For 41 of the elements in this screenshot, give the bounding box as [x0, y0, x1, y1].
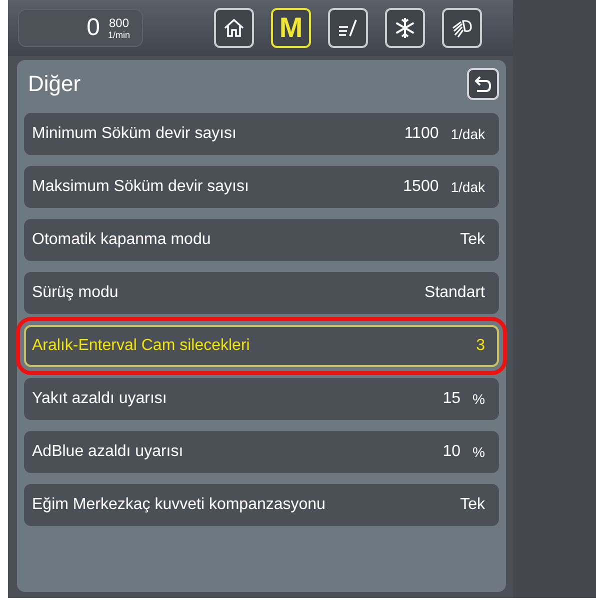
setting-value: Tek	[460, 496, 485, 514]
setting-label: AdBlue azaldı uyarısı	[32, 443, 184, 461]
setting-row[interactable]: Maksimum Söküm devir sayısı 1500 1/dak	[24, 166, 499, 208]
panel-title: Diğer	[28, 71, 81, 97]
setting-row[interactable]: Minimum Söküm devir sayısı 1100 1/dak	[24, 113, 499, 155]
setting-unit: 1/dak	[450, 126, 485, 142]
setting-unit: 1/dak	[450, 179, 485, 195]
home-icon	[223, 17, 245, 39]
rpm-unit: 1/min	[108, 30, 130, 40]
setting-row[interactable]: Eğim Merkezkaç kuvveti kompanzasyonu Tek	[24, 484, 499, 526]
back-icon	[473, 75, 493, 93]
snowflake-icon	[394, 17, 416, 39]
setting-row[interactable]: Sürüş modu Standart	[24, 272, 499, 314]
toolbar-button[interactable]	[214, 8, 254, 48]
setting-unit: %	[472, 444, 485, 460]
setting-value: 1500	[403, 178, 439, 196]
toolbar-button[interactable]	[385, 8, 425, 48]
back-button[interactable]	[467, 68, 499, 100]
setting-value: Tek	[460, 231, 485, 249]
setting-value: Standart	[424, 284, 485, 302]
toolbar-button[interactable]	[328, 8, 368, 48]
setting-label: Otomatik kapanma modu	[32, 231, 212, 249]
setting-row[interactable]: Yakıt azaldı uyarısı 15 %	[24, 378, 499, 420]
setting-label: Maksimum Söküm devir sayısı	[32, 178, 250, 196]
setting-value: 1100	[404, 125, 439, 143]
setting-value: 15	[442, 390, 461, 408]
setting-value: 10	[442, 443, 461, 461]
setting-row[interactable]: Otomatik kapanma modu Tek	[24, 219, 499, 261]
setting-label: Eğim Merkezkaç kuvveti kompanzasyonu	[32, 496, 326, 514]
setting-unit: %	[472, 391, 485, 407]
toolbar-button[interactable]	[442, 8, 482, 48]
setting-label: Minimum Söküm devir sayısı	[32, 125, 238, 143]
setting-label: Sürüş modu	[32, 284, 120, 302]
mode-button[interactable]: M	[271, 8, 311, 48]
setting-label: Aralık-Enterval Cam silecekleri	[32, 337, 251, 355]
rpm-target: 800	[108, 16, 129, 30]
setting-label: Yakıt azaldı uyarısı	[32, 390, 168, 408]
headlight-icon	[450, 17, 474, 39]
speed-value: 0	[86, 14, 100, 42]
setting-row[interactable]: AdBlue azaldı uyarısı 10 %	[24, 431, 499, 473]
setting-value: 3	[476, 337, 485, 355]
